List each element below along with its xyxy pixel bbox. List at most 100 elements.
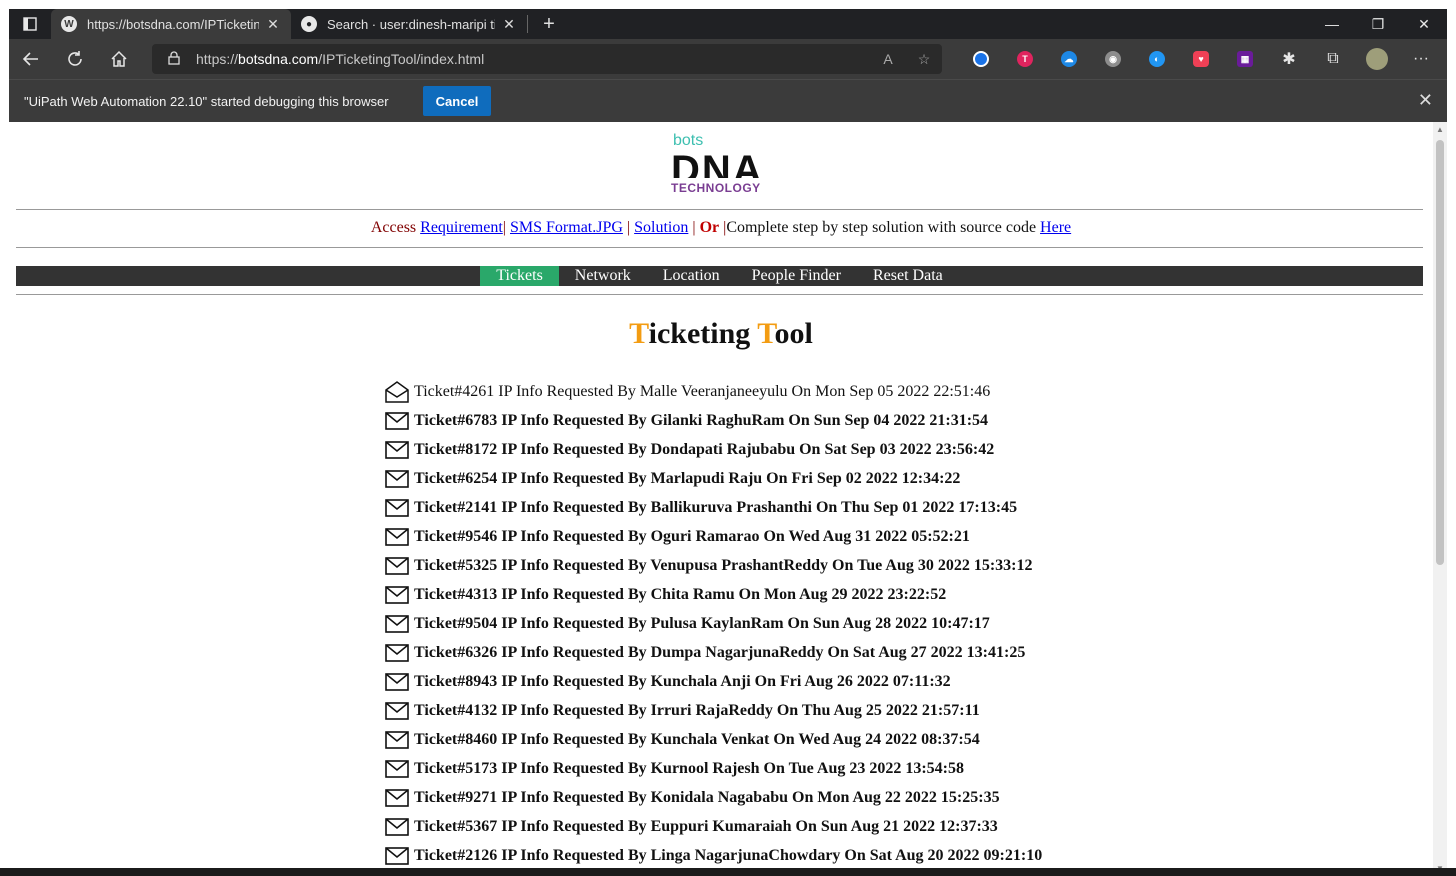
menu-people-finder[interactable]: People Finder — [736, 266, 857, 286]
scroll-up-icon[interactable]: ▲ — [1436, 125, 1444, 134]
extensions-puzzle-icon[interactable]: ✱ — [1267, 39, 1311, 79]
ticket-row[interactable]: Ticket#9271 IP Info Requested By Konidal… — [384, 783, 1042, 812]
url-text[interactable]: https://botsdna.com/IPTicketingTool/inde… — [196, 51, 870, 67]
ticket-row[interactable]: Ticket#9546 IP Info Requested By Oguri R… — [384, 522, 1042, 551]
ticket-row[interactable]: Ticket#8943 IP Info Requested By Kunchal… — [384, 667, 1042, 696]
refresh-icon[interactable] — [53, 39, 97, 79]
separator: | — [502, 219, 510, 236]
cancel-button[interactable]: Cancel — [423, 86, 491, 116]
access-links: Access Requirement| SMS Format.JPG | Sol… — [9, 219, 1433, 237]
ticket-text[interactable]: Ticket#9271 IP Info Requested By Konidal… — [414, 789, 1000, 807]
ticket-row[interactable]: Ticket#8172 IP Info Requested By Dondapa… — [384, 435, 1042, 464]
ext-owl-icon[interactable]: ◉ — [1091, 39, 1135, 79]
ext-blue-icon[interactable] — [959, 39, 1003, 79]
ticket-text[interactable]: Ticket#5367 IP Info Requested By Euppuri… — [414, 818, 998, 836]
ticket-row[interactable]: Ticket#5173 IP Info Requested By Kurnool… — [384, 754, 1042, 783]
solution-link[interactable]: Solution — [634, 219, 688, 236]
favorite-star-icon[interactable]: ☆ — [906, 51, 942, 68]
logo-dna: DNA — [671, 150, 764, 178]
ticket-row[interactable]: Ticket#9504 IP Info Requested By Pulusa … — [384, 609, 1042, 638]
ticket-row[interactable]: Ticket#4261 IP Info Requested By Malle V… — [384, 377, 1042, 406]
menu-network[interactable]: Network — [559, 266, 647, 286]
taskbar — [0, 868, 1456, 876]
ticket-text[interactable]: Ticket#4313 IP Info Requested By Chita R… — [414, 586, 946, 604]
ticket-text[interactable]: Ticket#5173 IP Info Requested By Kurnool… — [414, 760, 964, 778]
close-tab-icon[interactable]: ✕ — [501, 16, 517, 33]
requirement-link[interactable]: Requirement — [420, 219, 503, 236]
page-scrollbar[interactable]: ▲ ▼ — [1433, 122, 1447, 876]
envelope-icon — [384, 468, 414, 490]
restore-icon[interactable]: ❐ — [1355, 9, 1401, 39]
profile-avatar[interactable] — [1355, 39, 1399, 79]
ticket-text[interactable]: Ticket#6254 IP Info Requested By Marlapu… — [414, 470, 960, 488]
url-host: botsdna.com — [238, 51, 319, 67]
ticket-row[interactable]: Ticket#6783 IP Info Requested By Gilanki… — [384, 406, 1042, 435]
minimize-icon[interactable]: ― — [1309, 9, 1355, 39]
ticket-text[interactable]: Ticket#9504 IP Info Requested By Pulusa … — [414, 615, 990, 633]
menu-location[interactable]: Location — [647, 266, 736, 286]
logo-bots: bots — [673, 132, 704, 149]
collections-icon[interactable]: ⧉ — [1311, 39, 1355, 79]
page-content: bots DNA TECHNOLOGY Access Requirement| … — [9, 122, 1433, 876]
tab-actions-icon[interactable] — [9, 9, 51, 39]
ticket-text[interactable]: Ticket#4261 IP Info Requested By Malle V… — [414, 383, 990, 401]
ticket-row[interactable]: Ticket#2126 IP Info Requested By Linga N… — [384, 841, 1042, 870]
new-tab-icon[interactable]: + — [534, 13, 564, 36]
close-window-icon[interactable]: ✕ — [1401, 9, 1447, 39]
title-accent-letter: T — [757, 317, 775, 350]
pocket-icon[interactable]: ♥ — [1179, 39, 1223, 79]
wordpress-icon: W — [61, 16, 77, 32]
tab-botsdna[interactable]: W https://botsdna.com/IPTicketing ✕ — [51, 9, 291, 39]
lock-icon[interactable] — [168, 50, 182, 68]
ticket-row[interactable]: Ticket#4132 IP Info Requested By Irruri … — [384, 696, 1042, 725]
ticket-row[interactable]: Ticket#8460 IP Info Requested By Kunchal… — [384, 725, 1042, 754]
logo-technology: TECHNOLOGY — [671, 181, 761, 195]
envelope-icon — [384, 671, 414, 693]
ticket-row[interactable]: Ticket#6254 IP Info Requested By Marlapu… — [384, 464, 1042, 493]
close-tab-icon[interactable]: ✕ — [265, 16, 281, 33]
ticket-text[interactable]: Ticket#5325 IP Info Requested By Venupus… — [414, 557, 1033, 575]
menu-tickets[interactable]: Tickets — [480, 266, 559, 286]
close-infobar-icon[interactable]: ✕ — [1418, 90, 1433, 111]
ext-cloud-icon[interactable]: ☁ — [1047, 39, 1091, 79]
more-icon[interactable]: ··· — [1399, 39, 1443, 79]
sms-format-link[interactable]: SMS Format.JPG — [510, 219, 623, 236]
ticket-text[interactable]: Ticket#8943 IP Info Requested By Kunchal… — [414, 673, 951, 691]
ticket-row[interactable]: Ticket#2141 IP Info Requested By Balliku… — [384, 493, 1042, 522]
ticket-text[interactable]: Ticket#6783 IP Info Requested By Gilanki… — [414, 412, 988, 430]
ticket-text[interactable]: Ticket#9546 IP Info Requested By Oguri R… — [414, 528, 970, 546]
tab-title: Search · user:dinesh-maripi ticke — [327, 16, 495, 32]
ticket-text[interactable]: Ticket#8172 IP Info Requested By Dondapa… — [414, 441, 994, 459]
ticket-row[interactable]: Ticket#4313 IP Info Requested By Chita R… — [384, 580, 1042, 609]
address-bar[interactable]: https://botsdna.com/IPTicketingTool/inde… — [152, 44, 942, 74]
envelope-icon — [384, 642, 414, 664]
home-icon[interactable] — [97, 39, 141, 79]
ticket-text[interactable]: Ticket#4132 IP Info Requested By Irruri … — [414, 702, 980, 720]
envelope-icon — [384, 816, 414, 838]
separator: | — [688, 219, 700, 236]
url-path: /IPTicketingTool/index.html — [318, 51, 485, 67]
back-icon[interactable] — [9, 39, 53, 79]
menu-reset-data[interactable]: Reset Data — [857, 266, 959, 286]
scrollbar-thumb[interactable] — [1436, 140, 1444, 565]
ticket-row[interactable]: Ticket#5367 IP Info Requested By Euppuri… — [384, 812, 1042, 841]
botsdna-logo[interactable]: bots DNA TECHNOLOGY — [671, 132, 771, 196]
or-label: Or — [699, 219, 720, 236]
ext-grid-icon[interactable]: ▦ — [1223, 39, 1267, 79]
ticket-text[interactable]: Ticket#6326 IP Info Requested By Dumpa N… — [414, 644, 1025, 662]
access-prefix: Access — [370, 219, 421, 236]
read-aloud-icon[interactable]: A — [870, 51, 906, 67]
ext-circle-icon[interactable]: ◐ — [1135, 39, 1179, 79]
ticket-text[interactable]: Ticket#8460 IP Info Requested By Kunchal… — [414, 731, 980, 749]
envelope-icon — [384, 526, 414, 548]
ticket-text[interactable]: Ticket#2141 IP Info Requested By Balliku… — [414, 499, 1017, 517]
here-link[interactable]: Here — [1040, 219, 1071, 236]
envelope-icon — [384, 613, 414, 635]
page-title: Ticketing Tool — [9, 317, 1433, 351]
main-menu: Tickets Network Location People Finder R… — [16, 266, 1423, 286]
ticket-row[interactable]: Ticket#5325 IP Info Requested By Venupus… — [384, 551, 1042, 580]
ext-red-t-icon[interactable]: T — [1003, 39, 1047, 79]
ticket-row[interactable]: Ticket#6326 IP Info Requested By Dumpa N… — [384, 638, 1042, 667]
tab-github-search[interactable]: ● Search · user:dinesh-maripi ticke ✕ — [291, 9, 527, 39]
ticket-text[interactable]: Ticket#2126 IP Info Requested By Linga N… — [414, 847, 1042, 865]
